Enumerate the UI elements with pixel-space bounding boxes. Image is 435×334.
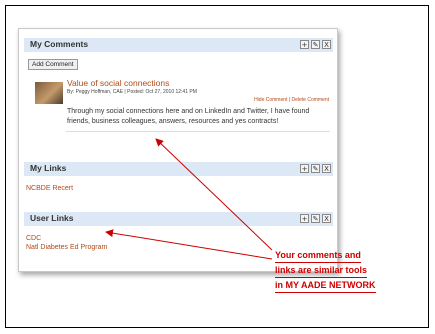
close-widget-icon[interactable]: X [322,40,331,49]
avatar [35,82,63,104]
edit-widget-icon[interactable]: ✎ [311,214,320,223]
edit-widget-icon[interactable]: ✎ [311,40,320,49]
my-links-controls: + ✎ X [300,164,331,173]
user-link-item[interactable]: CDC [26,235,41,242]
my-links-title: My Links [30,163,67,173]
callout-line: links are similar tools [275,263,368,278]
comment-meta: By: Peggy Hoffman, CAE | Posted: Oct 27,… [67,89,197,95]
user-links-title: User Links [30,213,74,223]
user-links-header: User Links + ✎ X [24,212,333,226]
user-links-controls: + ✎ X [300,214,331,223]
comment-divider [66,131,330,132]
close-widget-icon[interactable]: X [322,214,331,223]
add-widget-icon[interactable]: + [300,164,309,173]
comment-body: Through my social connections here and o… [67,108,310,125]
callout-line: in MY AADE NETWORK [275,278,376,293]
comment-actions[interactable]: Hide Comment | Delete Comment [254,97,329,103]
add-widget-icon[interactable]: + [300,214,309,223]
close-widget-icon[interactable]: X [322,164,331,173]
add-widget-icon[interactable]: + [300,40,309,49]
my-link-item[interactable]: NCBDE Recert [26,185,73,192]
edit-widget-icon[interactable]: ✎ [311,164,320,173]
annotation-callout: Your comments and links are similar tool… [275,248,425,293]
add-comment-button[interactable]: Add Comment [28,59,78,70]
my-comments-title: My Comments [30,39,89,49]
my-comments-header: My Comments + ✎ X [24,38,333,52]
comment-title-link[interactable]: Value of social connections [67,78,169,88]
user-link-item[interactable]: Natl Diabetes Ed Program [26,244,107,251]
my-links-header: My Links + ✎ X [24,162,333,176]
callout-line: Your comments and [275,248,361,263]
my-comments-controls: + ✎ X [300,40,331,49]
